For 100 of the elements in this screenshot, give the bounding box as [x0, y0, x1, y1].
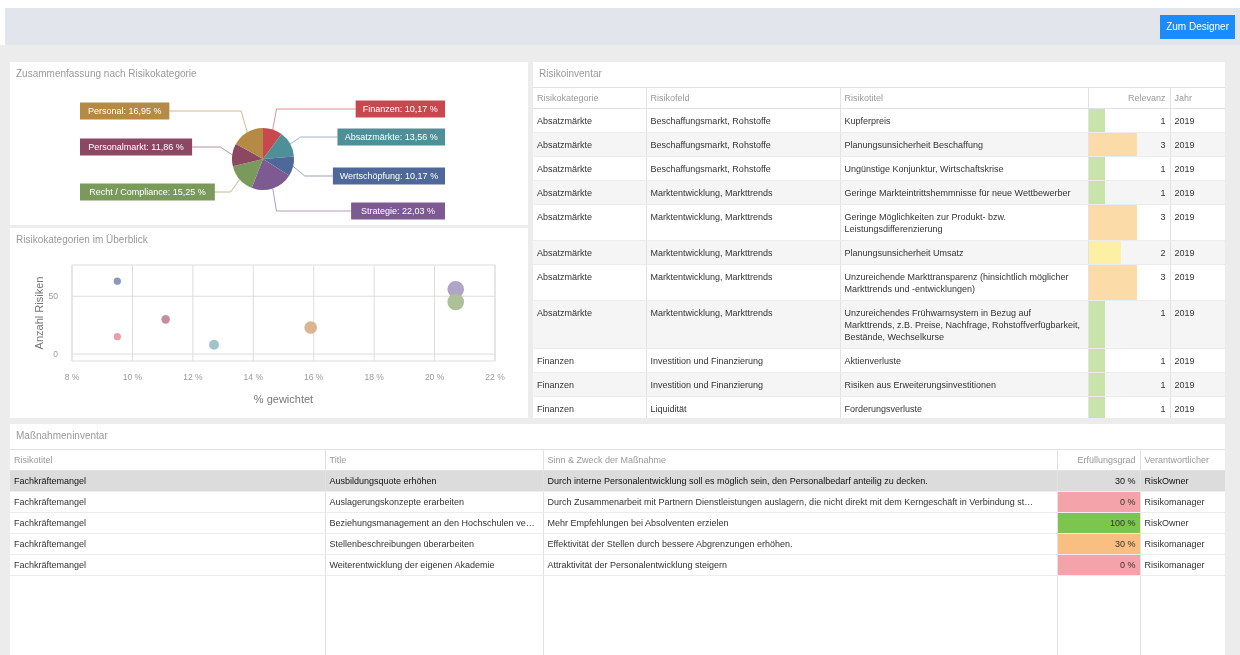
axis-title: % gewichtet — [253, 393, 314, 405]
table-cell: 2019 — [1170, 264, 1225, 301]
tick-label: 8 % — [64, 372, 80, 382]
table-cell: Marktentwicklung, Markttrends — [646, 300, 840, 349]
table-cell: 2019 — [1170, 396, 1225, 418]
table-cell: 2019 — [1170, 372, 1225, 397]
table-cell: Risikomanager — [1140, 491, 1225, 513]
table-cell: Durch Zusammenarbeit mit Partnern Dienstleistungen auslagern, die nicht direkt mit dem Kerngeschäft in Verbindung st… — [543, 491, 1057, 513]
table-cell: Risiken aus Erweiterungsinvestitionen — [840, 372, 1088, 397]
table-cell: Absatzmärkte — [533, 264, 646, 301]
table-cell: Mehr Empfehlungen bei Absolventen erzielen — [543, 512, 1057, 534]
table-cell: Finanzen — [533, 372, 646, 397]
tick-label: 22 % — [485, 372, 505, 382]
table-cell: Beschaffungsmarkt, Rohstoffe — [646, 156, 840, 181]
relevance-value: 1 — [1160, 116, 1166, 126]
table-cell: 2019 — [1170, 240, 1225, 265]
column-header[interactable]: Risikotitel — [10, 449, 325, 471]
column-header[interactable]: Erfüllungsgrad — [1057, 449, 1140, 471]
table-cell: Beziehungsmanagement an den Hochschulen ve… — [325, 512, 543, 534]
table-cell: Stellenbeschreibungen überarbeiten — [325, 533, 543, 555]
table-cell: Marktentwicklung, Markttrends — [646, 240, 840, 265]
table-cell: Finanzen — [533, 396, 646, 418]
data-label: Finanzen: 10,17 % — [355, 100, 445, 118]
column-header[interactable]: Title — [325, 449, 543, 471]
fulfillment-cell: 0 % — [1057, 491, 1140, 513]
table-cell: Marktentwicklung, Markttrends — [646, 180, 840, 205]
table-cell: Fachkräftemangel — [10, 533, 325, 555]
panel-title: Zusammenfassung nach Risikokategorie — [15, 67, 198, 81]
relevance-value: 3 — [1160, 140, 1166, 150]
column-header[interactable]: Risikofeld — [646, 87, 840, 109]
table-row[interactable]: Fachkräftemangel Weiterentwicklung der eigenen Akademie Attraktivität der Personalentwicklung steigern 0 % Risikomanager — [10, 554, 1225, 576]
table-cell: 2019 — [1170, 204, 1225, 241]
table-row[interactable]: Fachkräftemangel Stellenbeschreibungen überarbeiten Effektivität der Stellen durch bessere Abgrenzungen erhöhen. 30 % Risikomanager — [10, 533, 1225, 555]
axis-title: Anzahl Risiken — [33, 276, 45, 350]
column-header[interactable]: Relevanz — [1088, 87, 1170, 109]
table-cell: 2019 — [1170, 180, 1225, 205]
panel-title: Risikoinventar — [538, 67, 603, 81]
panel-title: Risikokategorien im Überblick — [15, 233, 149, 247]
table-cell: Absatzmärkte — [533, 156, 646, 181]
tick-label: 12 % — [183, 372, 203, 382]
data-label: Wertschöpfung: 10,17 % — [332, 167, 445, 185]
table-cell: Absatzmärkte — [533, 204, 646, 241]
table-cell: Risikomanager — [1140, 533, 1225, 555]
table-cell: Aktienverluste — [840, 348, 1088, 373]
tick-label: 20 % — [424, 372, 445, 382]
table-cell: Absatzmärkte — [533, 108, 646, 133]
relevance-value: 3 — [1160, 212, 1166, 222]
designer-button[interactable]: Zum Designer — [1160, 14, 1235, 39]
table-row[interactable]: Fachkräftemangel Auslagerungskonzepte erarbeiten Durch Zusammenarbeit mit Partnern Dienstleistungen auslagern, die nicht direkt mit dem Kerngeschäft in Verbindung st… 0 % Risikomanager — [10, 491, 1225, 513]
column-header[interactable]: Sinn & Zweck der Maßnahme — [543, 449, 1057, 471]
table-cell: Beschaffungsmarkt, Rohstoffe — [646, 108, 840, 133]
relevance-value: 1 — [1160, 404, 1166, 414]
column-header[interactable]: Jahr — [1170, 87, 1225, 109]
column-header[interactable]: Verantwortlicher — [1140, 449, 1225, 471]
tick-label: 50 — [48, 291, 58, 302]
slice-label: Personalmarkt: 11,86 % — [88, 142, 184, 152]
leader-line — [214, 178, 241, 193]
table-cell: Fachkräftemangel — [10, 512, 325, 534]
data-label: Personal: 16,95 % — [80, 102, 170, 120]
tick-label: 14 % — [243, 372, 263, 382]
table-cell: RiskOwner — [1140, 512, 1225, 534]
slice-label: Wertschöpfung: 10,17 % — [339, 171, 439, 181]
column-header[interactable]: Risikokategorie — [533, 87, 646, 109]
table-cell: RiskOwner — [1140, 470, 1225, 492]
table-cell: Risikomanager — [1140, 554, 1225, 576]
table-cell: Marktentwicklung, Markttrends — [646, 264, 840, 301]
table-row[interactable]: Fachkräftemangel Ausbildungsquote erhöhen Durch interne Personalentwicklung soll es möglich sein, den Personalbedarf anteilig zu decken. 30 % RiskOwner — [10, 470, 1225, 492]
table-cell: 2019 — [1170, 348, 1225, 373]
leader-line — [292, 165, 334, 177]
table-row[interactable]: Fachkräftemangel Beziehungsmanagement an den Hochschulen ve… Mehr Empfehlungen bei Absolventen erzielen 100 % RiskOwner — [10, 512, 1225, 534]
column-header[interactable]: Risikotitel — [840, 87, 1088, 109]
slice-label: Strategie: 22,03 % — [361, 206, 436, 216]
table-cell: Finanzen — [533, 348, 646, 373]
table-cell: Durch interne Personalentwicklung soll es möglich sein, den Personalbedarf anteilig zu decken. — [543, 470, 1057, 492]
data-label: Personalmarkt: 11,86 % — [80, 138, 193, 156]
table-cell: Beschaffungsmarkt, Rohstoffe — [646, 132, 840, 157]
table-cell: Fachkräftemangel — [10, 554, 325, 576]
slice-label: Recht / Compliance: 15,25 % — [89, 187, 206, 197]
table-cell: Unzureichendes Frühwarnsystem in Bezug auf Markttrends, z.B. Preise, Nachfrage, Rohstoffverfügbarkeit, Bestände, Wechselkurse — [840, 300, 1088, 349]
slice-label: Personal: 16,95 % — [87, 106, 162, 116]
table-cell: 2019 — [1170, 300, 1225, 349]
table-cell: Ausbildungsquote erhöhen — [325, 470, 543, 492]
data-label: Absatzmärkte: 13,56 % — [337, 128, 445, 146]
relevance-value: 1 — [1160, 164, 1166, 174]
table-cell: Investition und Finanzierung — [646, 372, 840, 397]
table-cell: Auslagerungskonzepte erarbeiten — [325, 491, 543, 513]
table-cell: Attraktivität der Personalentwicklung steigern — [543, 554, 1057, 576]
leader-line — [289, 136, 338, 145]
table-cell: Effektivität der Stellen durch bessere Abgrenzungen erhöhen. — [543, 533, 1057, 555]
table-cell: Investition und Finanzierung — [646, 348, 840, 373]
fulfillment-cell: 100 % — [1057, 512, 1140, 534]
table-cell: 2019 — [1170, 108, 1225, 133]
table-cell: 2019 — [1170, 156, 1225, 181]
slice-label: Finanzen: 10,17 % — [362, 104, 438, 114]
fulfillment-cell: 30 % — [1057, 533, 1140, 555]
table-cell: Ungünstige Konjunktur, Wirtschaftskrise — [840, 156, 1088, 181]
table-cell: Absatzmärkte — [533, 180, 646, 205]
fulfillment-cell: 30 % — [1057, 470, 1140, 492]
tick-label: 10 % — [122, 372, 143, 382]
table-cell: Planungsunsicherheit Beschaffung — [840, 132, 1088, 157]
